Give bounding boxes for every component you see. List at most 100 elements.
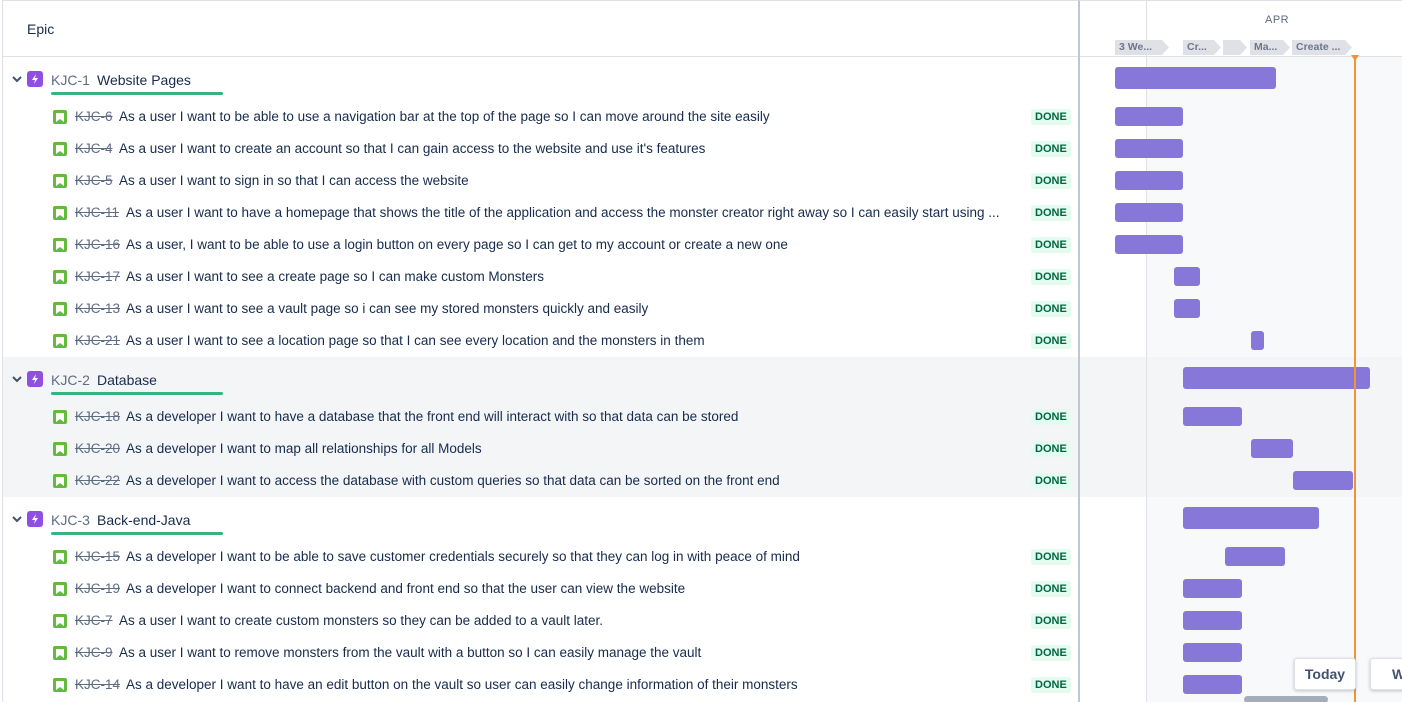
story-bar[interactable] xyxy=(1183,643,1242,662)
today-button[interactable]: Today xyxy=(1294,658,1356,690)
story-row[interactable]: KJC-17 As a user I want to see a create … xyxy=(3,261,1078,293)
story-row[interactable]: KJC-20 As a developer I want to map all … xyxy=(3,433,1078,465)
story-key[interactable]: KJC-16 xyxy=(75,237,120,252)
story-bar[interactable] xyxy=(1183,675,1242,694)
story-title[interactable]: As a user I want to create custom monste… xyxy=(119,613,1024,628)
epic-title[interactable]: Database xyxy=(97,372,157,388)
story-title[interactable]: As a user I want to have a homepage that… xyxy=(126,205,1024,220)
story-title[interactable]: As a developer I want to be able to save… xyxy=(126,549,1024,564)
story-key[interactable]: KJC-22 xyxy=(75,473,120,488)
story-row[interactable]: KJC-9 As a user I want to remove monster… xyxy=(3,637,1078,669)
status-badge[interactable]: DONE xyxy=(1031,205,1071,221)
story-key[interactable]: KJC-18 xyxy=(75,409,120,424)
story-row[interactable]: KJC-21 As a user I want to see a locatio… xyxy=(3,325,1078,357)
story-key[interactable]: KJC-7 xyxy=(75,613,113,628)
epic-row[interactable]: KJC-3 Back-end-Java xyxy=(3,497,1078,541)
story-bar[interactable] xyxy=(1225,547,1285,566)
story-bar[interactable] xyxy=(1115,139,1183,158)
sprint-chip[interactable]: Create ... xyxy=(1292,40,1352,55)
epic-row[interactable]: KJC-2 Database xyxy=(3,357,1078,401)
story-row[interactable]: KJC-14 As a developer I want to have an … xyxy=(3,669,1078,701)
story-title[interactable]: As a user I want to see a vault page so … xyxy=(126,301,1024,316)
epic-row[interactable]: KJC-1 Website Pages xyxy=(3,57,1078,101)
story-key[interactable]: KJC-15 xyxy=(75,549,120,564)
story-title[interactable]: As a developer I want to have an edit bu… xyxy=(126,677,1024,692)
story-bar[interactable] xyxy=(1174,267,1200,286)
story-row[interactable]: KJC-5 As a user I want to sign in so tha… xyxy=(3,165,1078,197)
timeline-pane[interactable]: APR 3 We... Cr... Ma... Create ... Today… xyxy=(1078,0,1402,702)
story-row[interactable]: KJC-22 As a developer I want to access t… xyxy=(3,465,1078,497)
story-title[interactable]: As a developer I want to access the data… xyxy=(126,473,1024,488)
status-badge[interactable]: DONE xyxy=(1031,333,1071,349)
epic-bar[interactable] xyxy=(1183,367,1370,389)
story-title[interactable]: As a developer I want to connect backend… xyxy=(126,581,1024,596)
story-title[interactable]: As a user I want to see a location page … xyxy=(126,333,1024,348)
status-badge[interactable]: DONE xyxy=(1031,409,1071,425)
horizontal-scrollbar[interactable] xyxy=(1244,696,1328,702)
story-key[interactable]: KJC-11 xyxy=(75,205,119,220)
story-row[interactable]: KJC-16 As a user, I want to be able to u… xyxy=(3,229,1078,261)
story-row[interactable]: KJC-7 As a user I want to create custom … xyxy=(3,605,1078,637)
story-key[interactable]: KJC-5 xyxy=(75,173,113,188)
story-row[interactable]: KJC-4 As a user I want to create an acco… xyxy=(3,133,1078,165)
story-row[interactable]: KJC-15 As a developer I want to be able … xyxy=(3,541,1078,573)
story-title[interactable]: As a user I want to sign in so that I ca… xyxy=(119,173,1024,188)
status-badge[interactable]: DONE xyxy=(1031,549,1071,565)
story-bar[interactable] xyxy=(1183,611,1242,630)
story-bar[interactable] xyxy=(1174,299,1200,318)
status-badge[interactable]: DONE xyxy=(1031,237,1071,253)
story-key[interactable]: KJC-6 xyxy=(75,109,113,124)
story-bar[interactable] xyxy=(1251,439,1293,458)
status-badge[interactable]: DONE xyxy=(1031,441,1071,457)
epic-title[interactable]: Website Pages xyxy=(97,72,191,88)
status-badge[interactable]: DONE xyxy=(1031,581,1071,597)
status-badge[interactable]: DONE xyxy=(1031,677,1071,693)
status-badge[interactable]: DONE xyxy=(1031,613,1071,629)
story-row[interactable]: KJC-19 As a developer I want to connect … xyxy=(3,573,1078,605)
sprint-chip[interactable]: Ma... xyxy=(1250,40,1290,55)
story-key[interactable]: KJC-14 xyxy=(75,677,120,692)
story-bar[interactable] xyxy=(1251,331,1264,350)
weeks-button[interactable]: W xyxy=(1370,658,1402,690)
sprint-chip[interactable]: 3 We... xyxy=(1115,40,1169,55)
story-key[interactable]: KJC-17 xyxy=(75,269,120,284)
story-key[interactable]: KJC-13 xyxy=(75,301,120,316)
story-key[interactable]: KJC-9 xyxy=(75,645,113,660)
story-title[interactable]: As a user I want to remove monsters from… xyxy=(119,645,1024,660)
story-key[interactable]: KJC-21 xyxy=(75,333,120,348)
chevron-down-icon[interactable] xyxy=(11,73,23,85)
story-title[interactable]: As a developer I want to map all relatio… xyxy=(126,441,1024,456)
sprint-chip[interactable] xyxy=(1223,40,1247,55)
epic-key[interactable]: KJC-1 xyxy=(51,72,90,88)
epic-title[interactable]: Back-end-Java xyxy=(97,512,190,528)
story-key[interactable]: KJC-4 xyxy=(75,141,113,156)
story-title[interactable]: As a user I want to create an account so… xyxy=(119,141,1024,156)
story-bar[interactable] xyxy=(1115,235,1183,254)
story-bar[interactable] xyxy=(1183,407,1242,426)
story-key[interactable]: KJC-19 xyxy=(75,581,120,596)
story-title[interactable]: As a user, I want to be able to use a lo… xyxy=(126,237,1024,252)
chevron-down-icon[interactable] xyxy=(11,373,23,385)
story-bar[interactable] xyxy=(1115,171,1183,190)
sprint-chip[interactable]: Cr... xyxy=(1183,40,1221,55)
status-badge[interactable]: DONE xyxy=(1031,141,1071,157)
story-bar[interactable] xyxy=(1115,203,1183,222)
story-title[interactable]: As a developer I want to have a database… xyxy=(126,409,1024,424)
status-badge[interactable]: DONE xyxy=(1031,173,1071,189)
epic-key[interactable]: KJC-2 xyxy=(51,372,90,388)
story-row[interactable]: KJC-11 As a user I want to have a homepa… xyxy=(3,197,1078,229)
status-badge[interactable]: DONE xyxy=(1031,301,1071,317)
story-row[interactable]: KJC-6 As a user I want to be able to use… xyxy=(3,101,1078,133)
epic-bar[interactable] xyxy=(1183,507,1319,529)
story-row[interactable]: KJC-13 As a user I want to see a vault p… xyxy=(3,293,1078,325)
story-key[interactable]: KJC-20 xyxy=(75,441,120,456)
story-title[interactable]: As a user I want to be able to use a nav… xyxy=(119,109,1024,124)
chevron-down-icon[interactable] xyxy=(11,513,23,525)
story-row[interactable]: KJC-18 As a developer I want to have a d… xyxy=(3,401,1078,433)
status-badge[interactable]: DONE xyxy=(1031,109,1071,125)
status-badge[interactable]: DONE xyxy=(1031,269,1071,285)
story-title[interactable]: As a user I want to see a create page so… xyxy=(126,269,1024,284)
epic-key[interactable]: KJC-3 xyxy=(51,512,90,528)
status-badge[interactable]: DONE xyxy=(1031,473,1071,489)
status-badge[interactable]: DONE xyxy=(1031,645,1071,661)
